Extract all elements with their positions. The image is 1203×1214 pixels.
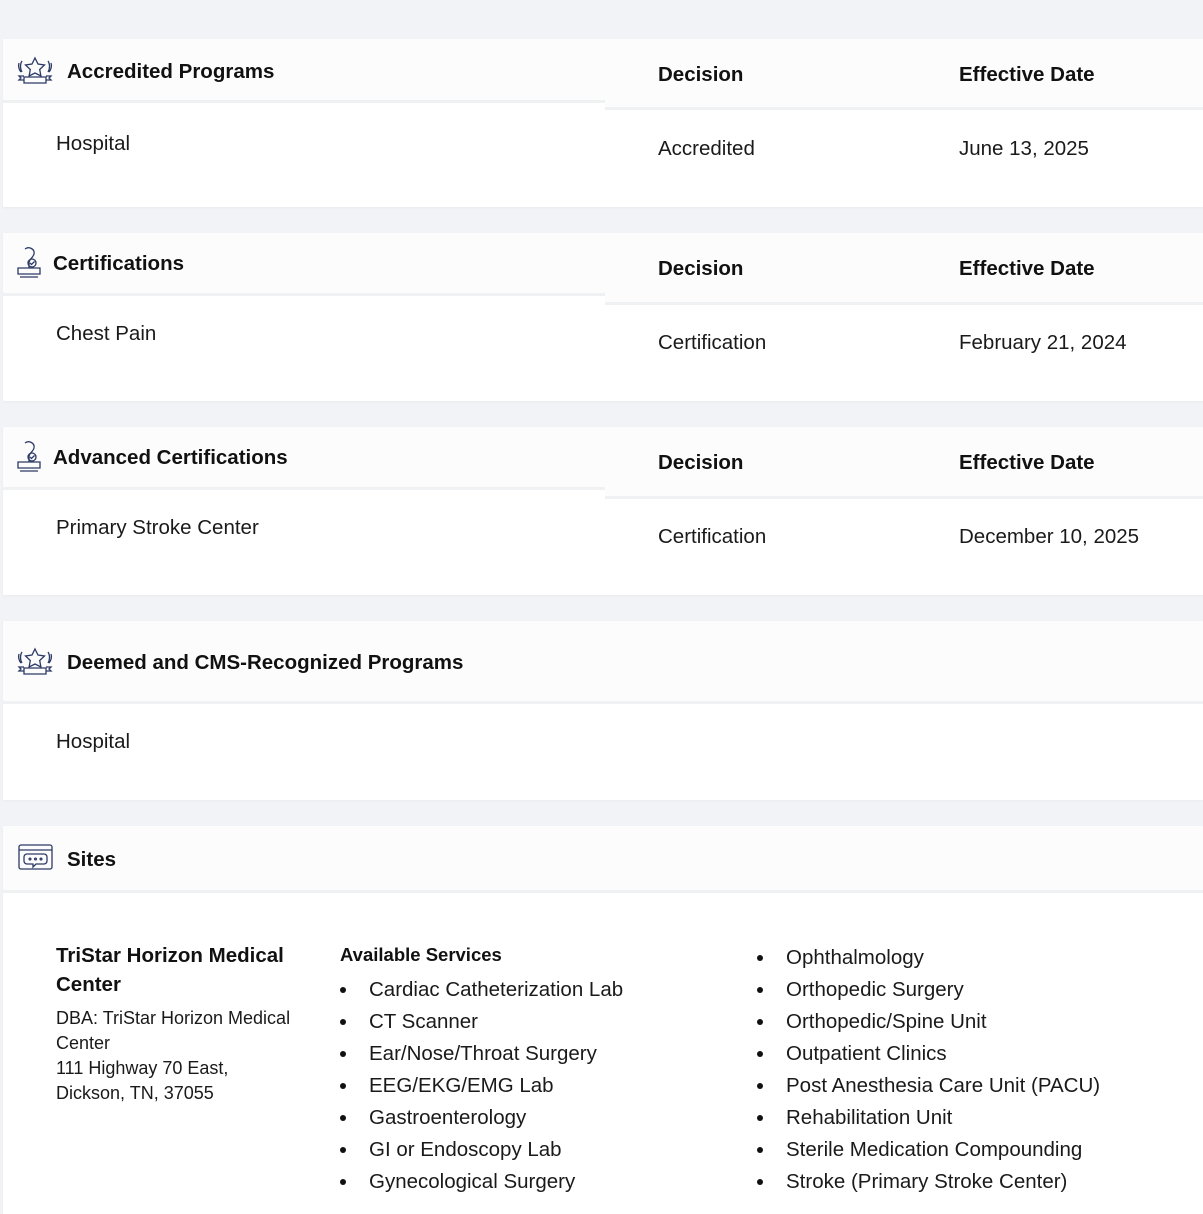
accredited-programs-card: Accredited Programs Decision Effective D… xyxy=(3,39,1203,207)
certificate-stamp-icon xyxy=(15,439,43,480)
site-address: DBA: TriStar Horizon Medical Center 111 … xyxy=(56,1006,296,1106)
program-name: Hospital xyxy=(56,730,131,753)
service-item: Orthopedic Surgery xyxy=(757,974,1100,1006)
service-item: Stroke (Primary Stroke Center) xyxy=(757,1166,1100,1198)
service-item: EEG/EKG/EMG Lab xyxy=(340,1070,623,1102)
deemed-programs-header: Deemed and CMS-Recognized Programs xyxy=(3,621,1203,704)
sites-card: Sites TriStar Horizon Medical Center DBA… xyxy=(3,826,1203,1214)
decision-value: Certification xyxy=(658,331,767,354)
program-name: Chest Pain xyxy=(56,322,157,345)
effective-date-value: December 10, 2025 xyxy=(959,525,1140,548)
effective-date-value: February 21, 2024 xyxy=(959,331,1127,354)
service-item: Post Anesthesia Care Unit (PACU) xyxy=(757,1070,1100,1102)
decision-column-header: Decision xyxy=(658,451,744,474)
section-title: Sites xyxy=(67,848,116,871)
certificate-stamp-icon xyxy=(15,245,43,286)
page: Accredited Programs Decision Effective D… xyxy=(0,0,1203,1214)
service-item: Orthopedic/Spine Unit xyxy=(757,1006,1100,1038)
decision-column-header: Decision xyxy=(658,63,744,86)
available-services-title: Available Services xyxy=(340,944,502,965)
effective-date-value: June 13, 2025 xyxy=(959,137,1089,160)
decision-value: Accredited xyxy=(658,137,755,160)
accredited-columns-header: Decision Effective Date xyxy=(605,39,1203,110)
advanced-columns-header: Decision Effective Date xyxy=(605,427,1203,499)
decision-value: Certification xyxy=(658,525,767,548)
effective-date-column-header: Effective Date xyxy=(959,257,1095,280)
section-title: Deemed and CMS-Recognized Programs xyxy=(67,651,464,674)
service-item: CT Scanner xyxy=(340,1006,623,1038)
service-item: Gynecological Surgery xyxy=(340,1166,623,1198)
section-title: Accredited Programs xyxy=(67,60,275,83)
award-ribbon-icon xyxy=(16,644,54,685)
service-item: Ophthalmology xyxy=(757,942,1100,974)
chat-window-icon xyxy=(18,844,54,879)
section-title: Certifications xyxy=(53,252,184,275)
service-item: Sterile Medication Compounding xyxy=(757,1134,1100,1166)
program-name: Hospital xyxy=(56,132,131,155)
site-name: TriStar Horizon Medical Center xyxy=(56,944,284,996)
award-ribbon-icon xyxy=(16,53,54,94)
certifications-card: Certifications Decision Effective Date C… xyxy=(3,233,1203,401)
services-list-col1: Cardiac Catheterization Lab CT Scanner Ear… xyxy=(340,974,623,1198)
service-item: GI or Endoscopy Lab xyxy=(340,1134,623,1166)
service-item: Gastroenterology xyxy=(340,1102,623,1134)
effective-date-column-header: Effective Date xyxy=(959,63,1095,86)
sites-header: Sites xyxy=(3,826,1203,893)
service-item: Rehabilitation Unit xyxy=(757,1102,1100,1134)
service-item: Ear/Nose/Throat Surgery xyxy=(340,1038,623,1070)
program-name: Primary Stroke Center xyxy=(56,516,259,539)
deemed-programs-card: Deemed and CMS-Recognized Programs Hospi… xyxy=(3,621,1203,800)
section-title: Advanced Certifications xyxy=(53,446,288,469)
site-address-line2: Dickson, TN, 37055 xyxy=(56,1083,214,1103)
decision-column-header: Decision xyxy=(658,257,744,280)
service-item: Outpatient Clinics xyxy=(757,1038,1100,1070)
site-address-line1: 111 Highway 70 East, xyxy=(56,1058,229,1078)
site-dba: DBA: TriStar Horizon Medical Center xyxy=(56,1008,291,1053)
advanced-certifications-header: Advanced Certifications xyxy=(3,427,605,490)
service-item: Cardiac Catheterization Lab xyxy=(340,974,623,1006)
certifications-header: Certifications xyxy=(3,233,605,296)
certifications-columns-header: Decision Effective Date xyxy=(605,233,1203,305)
accredited-programs-header: Accredited Programs xyxy=(3,39,605,103)
effective-date-column-header: Effective Date xyxy=(959,451,1095,474)
services-list-col2: Ophthalmology Orthopedic Surgery Orthopedi… xyxy=(757,942,1100,1198)
advanced-certifications-card: Advanced Certifications Decision Effecti… xyxy=(3,427,1203,595)
